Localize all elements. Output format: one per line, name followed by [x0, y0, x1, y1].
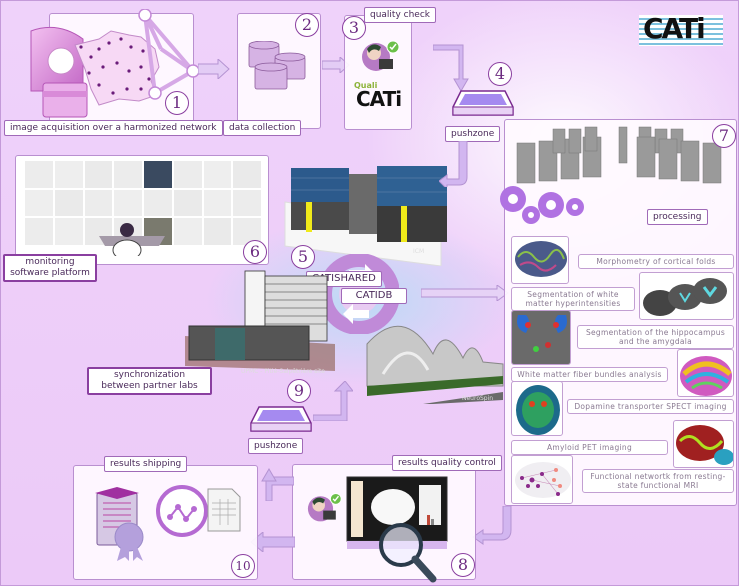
icm-site-label: ICM: [413, 248, 425, 255]
reviewer-avatar-icon-2: [307, 493, 342, 522]
hippocampus-thumbnail: [511, 310, 571, 365]
step-number-2: 2: [295, 13, 319, 37]
report-certificate-icon: [95, 487, 144, 561]
database-stack-icon: [248, 41, 306, 90]
step-number-1: 1: [165, 91, 189, 115]
processing-item-functional-network: Functional networtk from resting-state f…: [582, 469, 734, 493]
qualicati-name: CATi: [356, 87, 402, 111]
neurospin-site-label: NeuroSpin: [462, 395, 494, 402]
cati-logo-text: CATi: [643, 12, 706, 45]
reviewer-avatar-icon: [362, 40, 400, 71]
processing-item-fiber-bundles: White matter fiber bundles analysis: [511, 367, 668, 382]
operator-icon: [99, 223, 165, 256]
step-label-results-qc: results quality control: [392, 455, 502, 471]
arrow-9-up: [313, 381, 353, 421]
step-number-7: 7: [712, 124, 736, 148]
step-number-6b: 6: [243, 240, 267, 264]
step-number-9: 9: [287, 379, 311, 403]
step-number-4: 4: [488, 62, 512, 86]
fiber-bundles-thumbnail: [677, 349, 734, 397]
arrow-7-to-8: [472, 506, 512, 545]
arrow-3-to-4: [433, 44, 469, 92]
processing-item-hippocampus: Segmentation of the hippocampus and the …: [577, 325, 734, 349]
chart-results-icon: [156, 485, 241, 537]
processing-item-amyloid-pet: Amyloid PET imaging: [511, 440, 668, 455]
arrow-1-to-2: [198, 59, 230, 79]
qc-monitor-icon: [346, 476, 448, 583]
server-farm-icon: [516, 126, 722, 184]
qualicati-logo: Quali CATi: [354, 81, 409, 111]
neurospin-building-image: [366, 325, 504, 404]
amyloid-pet-thumbnail: [673, 420, 734, 468]
cortical-folds-thumbnail: [511, 236, 569, 284]
pushzone-label-4: pushzone: [445, 126, 501, 142]
workflow-diagram: 1 image acquisition over a harmonized ne…: [0, 0, 739, 586]
dat-spect-thumbnail: [511, 381, 563, 436]
pushzone-label-9: pushzone: [248, 438, 304, 454]
pushzone-tray-icon-9: [250, 406, 312, 432]
processing-item-wmh: Segmentation of white matter hyperintens…: [511, 287, 635, 311]
step-number-10: 10: [231, 554, 255, 578]
gears-icon: [500, 186, 584, 224]
step-number-3: 3: [342, 16, 366, 40]
cati-logo: CATi: [639, 12, 723, 46]
arrow-5-to-7: [421, 285, 509, 301]
step-label-results-shipping: results shipping: [104, 456, 188, 472]
step-label-quality-check: quality check: [364, 7, 436, 23]
step-label-synchronization: synchronization between partner labs: [87, 367, 212, 395]
step-number-8: 8: [451, 553, 475, 577]
step-label-processing: processing: [647, 209, 708, 225]
step-label-monitoring: monitoring software platform: [3, 254, 97, 282]
database-catidb: CATIDB: [341, 288, 407, 304]
step-label-acquisition: image acquisition over a harmonized netw…: [4, 120, 223, 136]
upmc-building-image: [185, 270, 335, 371]
functional-network-thumbnail: [511, 455, 573, 504]
processing-item-morphometry: Morphometry of cortical folds: [578, 254, 734, 269]
processing-item-dat-spect: Dopamine transporter SPECT imaging: [567, 399, 734, 414]
wmh-thumbnail: [639, 272, 734, 320]
arrow-4-to-5: [439, 141, 468, 187]
pushzone-tray-icon: [452, 90, 514, 116]
step-label-data-collection: data collection: [223, 120, 302, 136]
arrow-8-to-pushzone: [261, 468, 294, 501]
upmc-site-label: UPMC - Pitié-Salpêtrière site: [241, 368, 325, 375]
